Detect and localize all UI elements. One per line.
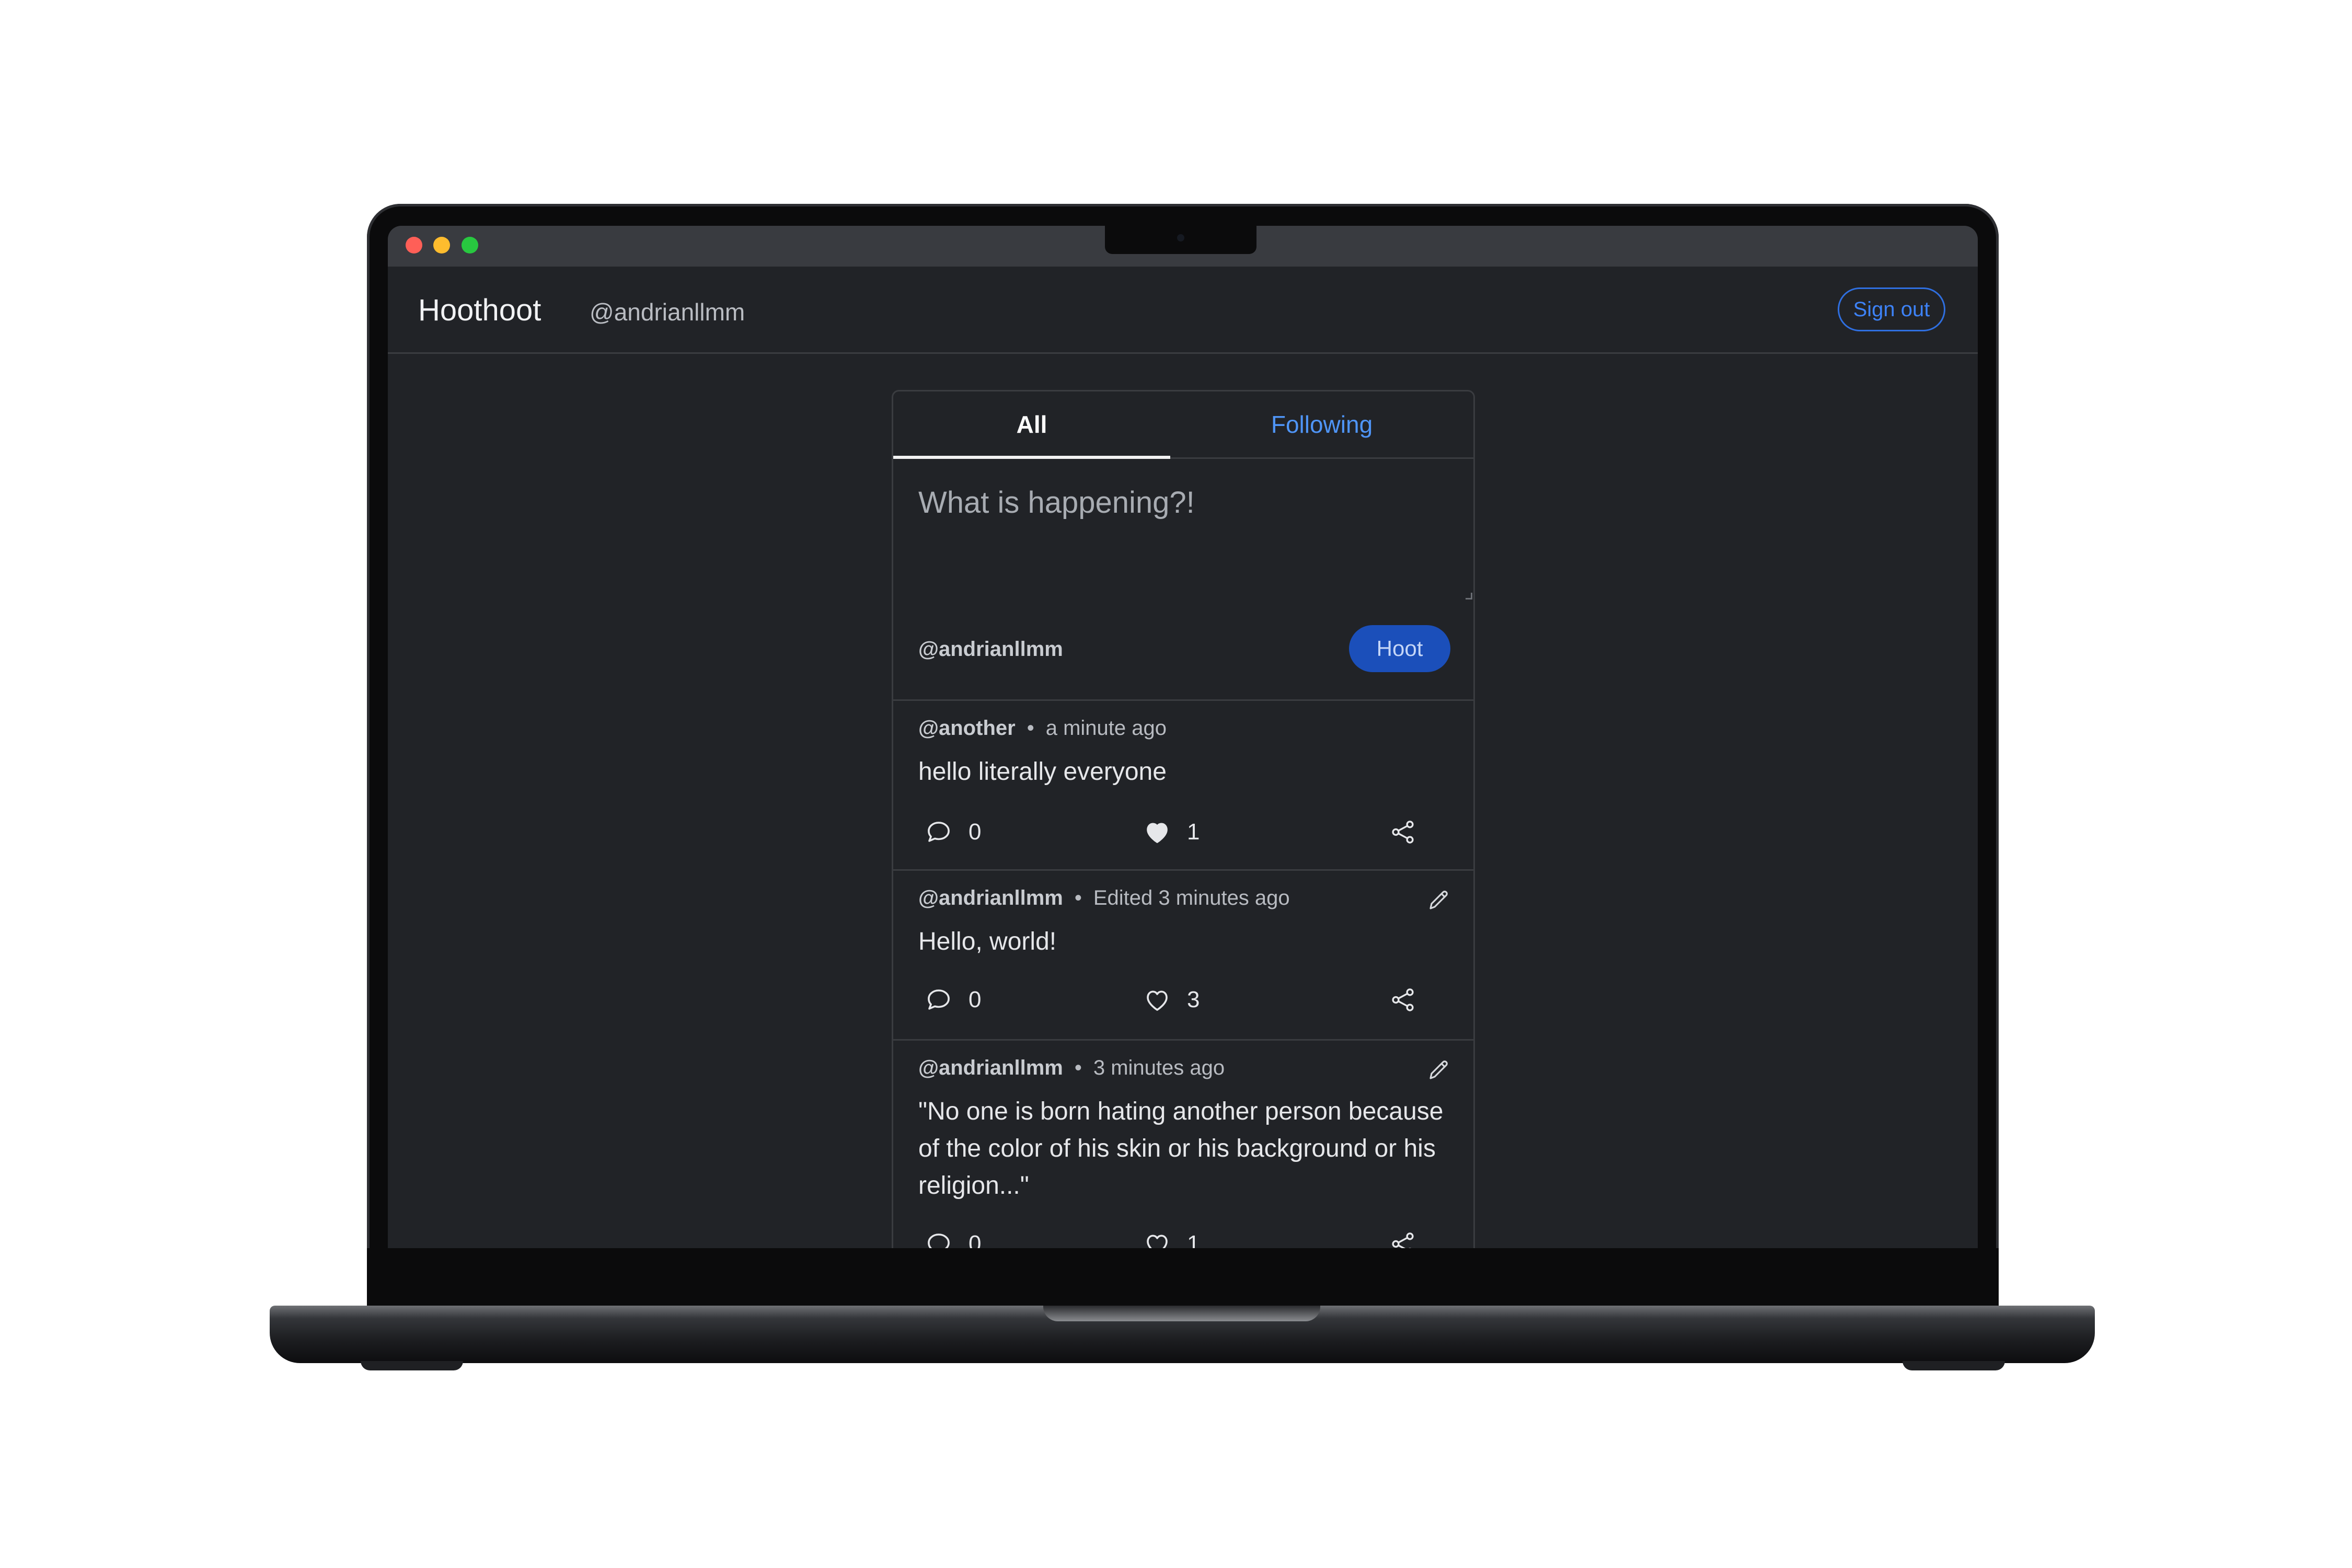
post-body: "No one is born hating another person be…: [918, 1098, 1444, 1200]
separator-dot: •: [1074, 1056, 1082, 1079]
share-button[interactable]: [1389, 1230, 1417, 1248]
comment-button[interactable]: 0: [925, 986, 981, 1014]
brand-link[interactable]: Hoothoot: [418, 293, 541, 328]
like-count: 1: [1187, 1231, 1200, 1248]
feed-tabs: All Following: [893, 391, 1473, 459]
close-window-button[interactable]: [406, 237, 422, 253]
post-timestamp: a minute ago: [1045, 717, 1167, 740]
pencil-icon[interactable]: [1426, 1057, 1451, 1082]
hoot-button[interactable]: Hoot: [1349, 625, 1450, 672]
minimize-window-button[interactable]: [433, 237, 450, 253]
post-meta: @another • a minute ago: [918, 717, 1167, 740]
feed-panel: All Following What is happening?! @andri…: [892, 390, 1475, 1248]
post-actions: 0 1: [893, 818, 1473, 849]
pencil-icon[interactable]: [1426, 887, 1451, 913]
top-navbar: Hoothoot @andrianllmm Sign out: [388, 267, 1978, 354]
separator-dot: •: [1027, 717, 1034, 740]
app-screen: Hoothoot @andrianllmm Sign out All Follo…: [388, 226, 1978, 1248]
post-actions: 0 3: [893, 986, 1473, 1017]
zoom-window-button[interactable]: [462, 237, 478, 253]
post-timestamp: Edited 3 minutes ago: [1093, 886, 1290, 909]
compose-textarea[interactable]: What is happening?!: [918, 485, 1441, 520]
like-button[interactable]: 1: [1143, 1230, 1200, 1248]
screen-bezel: [367, 1248, 1999, 1311]
post-actions: 0 1: [893, 1230, 1473, 1248]
heart-filled-icon: [1147, 823, 1168, 843]
composer-author: @andrianllmm: [918, 638, 1063, 661]
post-body: hello literally everyone: [918, 758, 1167, 786]
post-item: @another • a minute ago hello literally ev…: [893, 701, 1473, 871]
sign-out-button[interactable]: Sign out: [1838, 287, 1945, 331]
share-icon: [1392, 821, 1414, 844]
share-button[interactable]: [1389, 986, 1417, 1017]
heart-icon: [1147, 1235, 1168, 1248]
like-count: 3: [1187, 987, 1200, 1012]
post-meta: @andrianllmm • Edited 3 minutes ago: [918, 886, 1290, 910]
current-user-handle[interactable]: @andrianllmm: [590, 298, 745, 326]
post-item: @andrianllmm • 3 minutes ago "No one is bo…: [893, 1041, 1473, 1248]
tab-all[interactable]: All: [893, 391, 1170, 459]
post-item: @andrianllmm • Edited 3 minutes ago Hello,…: [893, 871, 1473, 1041]
comment-button[interactable]: 0: [925, 1230, 981, 1248]
share-button[interactable]: [1389, 818, 1417, 849]
comment-icon: [928, 1233, 950, 1248]
heart-icon: [1147, 990, 1168, 1011]
post-meta: @andrianllmm • 3 minutes ago: [918, 1056, 1225, 1080]
post-author-handle[interactable]: @andrianllmm: [918, 1056, 1063, 1079]
post-author-handle[interactable]: @another: [918, 717, 1016, 740]
camera-notch: [1105, 226, 1256, 254]
comment-count: 0: [969, 819, 982, 845]
comment-count: 0: [969, 987, 982, 1012]
comment-count: 0: [969, 1231, 982, 1248]
camera-icon: [1177, 234, 1184, 241]
share-icon: [1392, 1232, 1414, 1248]
laptop-foot: [361, 1361, 463, 1370]
separator-dot: •: [1074, 886, 1082, 909]
like-count: 1: [1187, 819, 1200, 845]
comment-icon: [928, 989, 950, 1010]
comment-icon: [928, 822, 950, 842]
post-author-handle[interactable]: @andrianllmm: [918, 886, 1063, 909]
post-timestamp: 3 minutes ago: [1093, 1056, 1225, 1079]
like-button[interactable]: 3: [1143, 986, 1200, 1014]
like-button[interactable]: 1: [1143, 818, 1200, 846]
laptop-foot: [1903, 1361, 2005, 1370]
laptop-hinge: [1043, 1306, 1320, 1321]
hoot-composer: What is happening?! @andrianllmm Hoot: [893, 459, 1473, 701]
tab-following[interactable]: Following: [1170, 391, 1473, 457]
textarea-resize-handle[interactable]: [1466, 593, 1472, 599]
share-icon: [1392, 988, 1414, 1011]
comment-button[interactable]: 0: [925, 818, 981, 846]
post-body: Hello, world!: [918, 928, 1057, 955]
